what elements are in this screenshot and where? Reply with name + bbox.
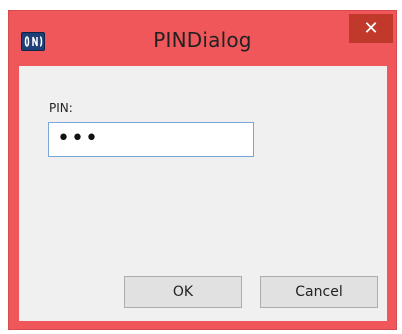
- pin-label: PIN:: [49, 101, 73, 115]
- cancel-button[interactable]: Cancel: [260, 276, 378, 308]
- close-icon: ✕: [363, 18, 379, 39]
- close-button[interactable]: ✕: [349, 14, 393, 43]
- ok-button[interactable]: OK: [124, 276, 242, 308]
- window-title: PINDialog: [153, 28, 252, 52]
- pin-masked-value: •••: [57, 126, 99, 151]
- title-bar[interactable]: PINDialog ✕: [9, 11, 396, 65]
- dialog-content: PIN: ••• OK Cancel: [19, 66, 387, 321]
- dialog-window: PINDialog ✕ PIN: ••• OK Cancel: [8, 10, 397, 330]
- pin-input[interactable]: •••: [48, 122, 254, 157]
